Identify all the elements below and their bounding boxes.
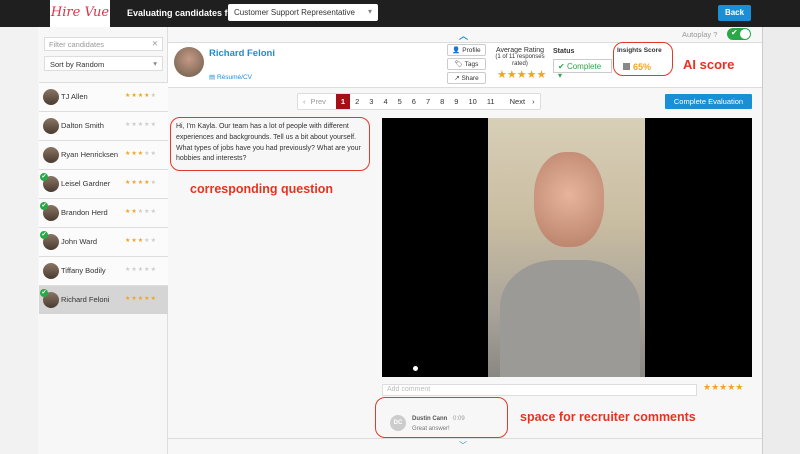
profile-button[interactable]: 👤 Profile (447, 44, 486, 56)
annotation-ai-score: AI score (683, 57, 735, 72)
evaluating-label: Evaluating candidates for: (127, 8, 240, 18)
caret-down-icon: ▾ (153, 59, 157, 68)
candidate-rating-stars: ★★★★★ (125, 209, 157, 215)
candidate-rating-stars: ★★★★★ (125, 238, 157, 244)
candidate-name: Tiffany Bodily (61, 266, 106, 275)
candidate-rating-stars: ★★★★★ (125, 296, 157, 302)
video-frame (500, 260, 640, 377)
page-3[interactable]: 3 (364, 94, 378, 109)
candidate-name: Ryan Henricksen (61, 150, 119, 159)
candidate-rating-stars: ★★★★★ (125, 267, 157, 273)
chevron-up-icon[interactable]: ︿ (459, 29, 468, 42)
candidate-name: John Ward (61, 237, 97, 246)
status-label: Status (553, 48, 575, 55)
sort-select[interactable]: Sort by Random ▾ (44, 56, 163, 71)
page-4[interactable]: 4 (378, 94, 392, 109)
candidate-name: Leisel Gardner (61, 179, 111, 188)
filter-placeholder: Filter candidates (49, 40, 105, 49)
candidate-name: Richard Feloni (61, 295, 110, 304)
candidate-item[interactable]: TJ Allen ★★★★★ (39, 82, 168, 111)
candidate-item[interactable]: ✔ John Ward ★★★★★ (39, 227, 168, 256)
sort-value: Sort by Random (50, 60, 105, 69)
caret-down-icon: ▾ (367, 7, 372, 16)
candidate-rating-stars: ★★★★★ (125, 151, 157, 157)
pagination: ‹ Prev 1 2 3 4 5 6 7 8 9 10 11 Next › (297, 93, 541, 110)
page-11[interactable]: 11 (482, 94, 500, 109)
video-frame (534, 152, 604, 247)
tags-button[interactable]: 🏷 Tags (447, 58, 486, 70)
page-6[interactable]: 6 (407, 94, 421, 109)
help-icon: ? (713, 30, 718, 39)
check-icon: ✔ (40, 231, 48, 239)
candidate-name: Dalton Smith (61, 121, 104, 130)
check-icon: ✔ (40, 173, 48, 181)
candidate-rating-stars: ★★★★★ (125, 122, 157, 128)
candidate-avatar (43, 263, 59, 279)
top-bar (0, 0, 800, 27)
add-comment-input[interactable]: Add comment (382, 384, 697, 396)
share-button[interactable]: ↗ Share (447, 72, 486, 84)
autoplay-toggle[interactable]: ✔ (727, 28, 751, 40)
annotation-circle (375, 397, 508, 438)
candidate-item[interactable]: Tiffany Bodily ★★★★★ (39, 256, 168, 285)
divider (168, 438, 762, 439)
page-8[interactable]: 8 (435, 94, 449, 109)
filter-candidates-input[interactable]: Filter candidates ✕ (44, 37, 163, 51)
candidate-name[interactable]: Richard Feloni (209, 48, 275, 59)
page-7[interactable]: 7 (421, 94, 435, 109)
candidate-avatar (43, 89, 59, 105)
average-rating-label: Average Rating (1 of 11 responses rated) (495, 47, 545, 67)
check-icon: ✔ (40, 202, 48, 210)
chevron-down-icon[interactable]: ﹀ (459, 440, 467, 451)
annotation-comments: space for recruiter comments (520, 410, 696, 424)
page-9[interactable]: 9 (449, 94, 463, 109)
candidate-name: Brandon Herd (61, 208, 108, 217)
candidate-name: TJ Allen (61, 92, 88, 101)
candidate-avatar (174, 47, 204, 77)
candidate-rating-stars: ★★★★★ (125, 180, 157, 186)
response-rating-stars[interactable]: ★★★★★ (703, 382, 743, 393)
back-button[interactable]: Back (718, 5, 751, 21)
candidate-avatar (43, 118, 59, 134)
video-progress-handle[interactable] (413, 366, 418, 371)
page-10[interactable]: 10 (463, 94, 481, 109)
candidate-item[interactable]: ✔ Leisel Gardner ★★★★★ (39, 169, 168, 198)
job-select-value: Customer Support Representative (234, 8, 355, 17)
candidate-item[interactable]: ✔ Richard Feloni ★★★★★ (39, 285, 168, 314)
annotation-question: corresponding question (190, 182, 334, 196)
page-5[interactable]: 5 (393, 94, 407, 109)
annotation-circle (170, 117, 370, 171)
job-select[interactable]: Customer Support Representative ▾ (228, 4, 378, 21)
right-gutter (762, 27, 800, 454)
autoplay-label: Autoplay ? (682, 30, 718, 39)
page-2[interactable]: 2 (350, 94, 364, 109)
candidate-avatar (43, 147, 59, 163)
candidate-rating-stars: ★★★★★ (125, 93, 157, 99)
next-page-button[interactable]: Next › (500, 94, 540, 109)
status-dropdown[interactable]: ✔ Complete ▾ (553, 59, 612, 80)
complete-evaluation-button[interactable]: Complete Evaluation (665, 94, 752, 109)
check-icon: ✔ (40, 289, 48, 297)
clear-icon[interactable]: ✕ (152, 39, 158, 48)
candidate-item[interactable]: Dalton Smith ★★★★★ (39, 111, 168, 140)
prev-page-button[interactable]: ‹ Prev (298, 94, 336, 109)
resume-link[interactable]: ▤ Résumé/CV (209, 73, 252, 81)
candidate-item[interactable]: ✔ Brandon Herd ★★★★★ (39, 198, 168, 227)
candidate-item[interactable]: Ryan Henricksen ★★★★★ (39, 140, 168, 169)
annotation-circle (613, 42, 673, 76)
average-rating-stars: ★★★★★ (497, 69, 547, 81)
page-1[interactable]: 1 (335, 94, 351, 109)
